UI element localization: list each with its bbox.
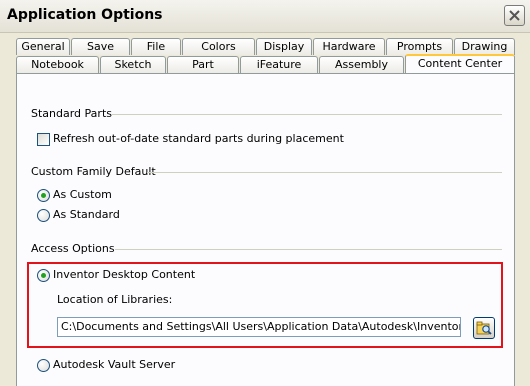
tab-prompts[interactable]: Prompts (386, 38, 453, 55)
access-options-divider (115, 249, 502, 250)
refresh-standard-parts-label: Refresh out-of-date standard parts durin… (53, 132, 344, 145)
tab-save[interactable]: Save (71, 38, 130, 55)
custom-family-divider (147, 172, 502, 173)
title-bar: Application Options (0, 0, 530, 33)
as-standard-radio[interactable] (37, 209, 50, 222)
tab-file[interactable]: File (131, 38, 181, 55)
autodesk-vault-server-label: Autodesk Vault Server (53, 358, 176, 371)
custom-family-heading: Custom Family Default (31, 165, 156, 178)
close-icon (509, 10, 520, 21)
tab-assembly[interactable]: Assembly (319, 56, 404, 73)
tab-drawing[interactable]: Drawing (454, 38, 515, 55)
tab-colors[interactable]: Colors (182, 38, 255, 55)
tab-content-center[interactable]: Content Center (405, 54, 515, 73)
as-custom-label: As Custom (53, 188, 112, 201)
library-location-input[interactable]: C:\Documents and Settings\All Users\Appl… (57, 317, 461, 337)
location-of-libraries-label: Location of Libraries: (57, 293, 173, 306)
tab-sketch[interactable]: Sketch (100, 56, 166, 73)
folder-browse-icon (476, 321, 492, 335)
as-custom-radio[interactable] (37, 189, 50, 202)
autodesk-vault-server-radio[interactable] (37, 359, 50, 372)
tab-ifeature[interactable]: iFeature (240, 56, 318, 73)
window-title: Application Options (7, 7, 163, 23)
tab-part[interactable]: Part (167, 56, 239, 73)
standard-parts-divider (112, 114, 502, 115)
tab-hardware[interactable]: Hardware (313, 38, 385, 55)
access-options-heading: Access Options (31, 242, 115, 255)
as-standard-label: As Standard (53, 208, 120, 221)
inventor-desktop-content-label: Inventor Desktop Content (53, 268, 196, 281)
tab-notebook[interactable]: Notebook (16, 56, 99, 73)
close-button[interactable] (504, 5, 525, 26)
browse-button[interactable] (473, 317, 495, 339)
inventor-desktop-content-radio[interactable] (37, 269, 50, 282)
tab-display[interactable]: Display (256, 38, 312, 55)
refresh-standard-parts-checkbox[interactable] (37, 133, 50, 146)
standard-parts-heading: Standard Parts (31, 107, 112, 120)
tab-general[interactable]: General (16, 38, 70, 55)
